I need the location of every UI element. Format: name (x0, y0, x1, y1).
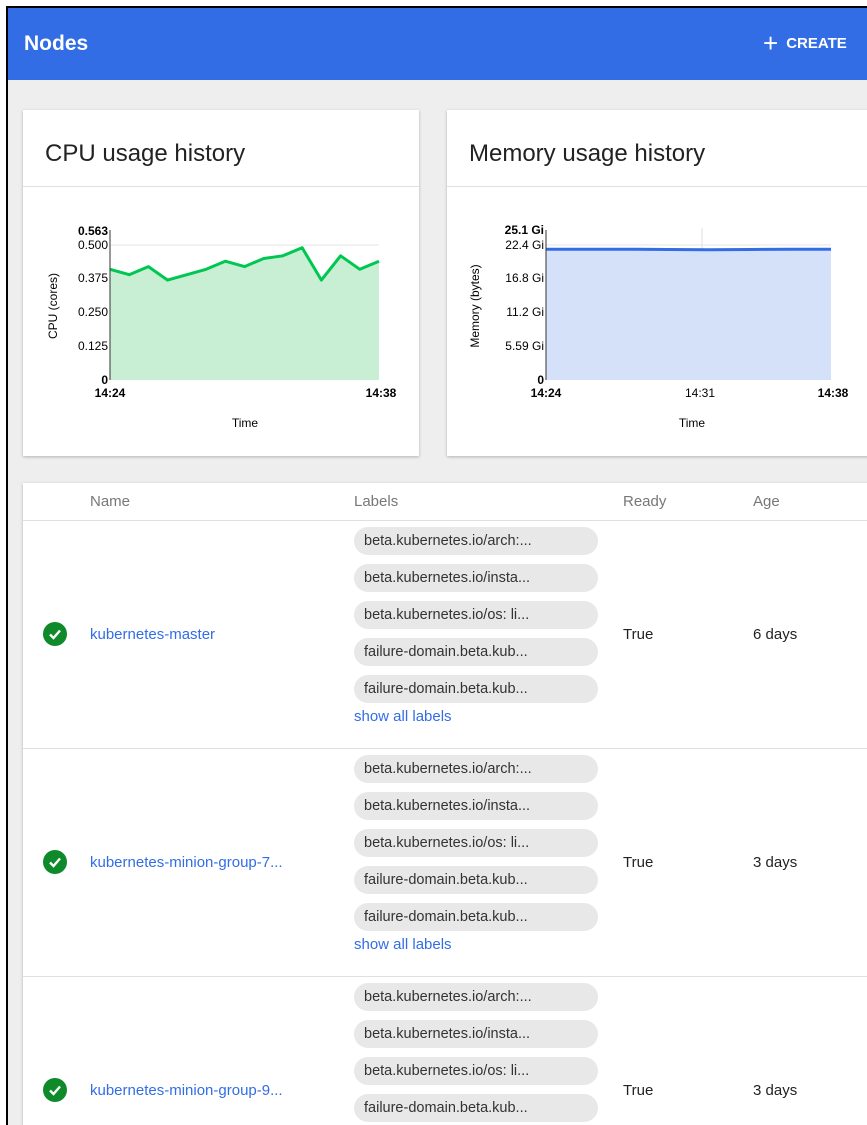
label-chip[interactable]: beta.kubernetes.io/os: li... (354, 829, 598, 857)
node-age: 3 days (753, 854, 798, 871)
label-chip[interactable]: failure-domain.beta.kub... (354, 675, 598, 703)
y-tick-label: 0.250 (78, 305, 108, 319)
y-tick-label: 0.563 (78, 224, 108, 238)
page-title: Nodes (24, 32, 89, 55)
memory-chart: 25.1 Gi 22.4 Gi 16.8 Gi 11.2 Gi 5.59 Gi … (468, 223, 849, 430)
create-button[interactable]: + CREATE (763, 28, 847, 58)
label-chip[interactable]: beta.kubernetes.io/insta... (354, 792, 598, 820)
label-chip[interactable]: failure-domain.beta.kub... (354, 1094, 598, 1122)
y-axis-label: CPU (cores) (46, 273, 60, 339)
cpu-usage-card: CPU usage history 0.563 0.500 0.375 0.25… (23, 110, 419, 456)
node-name-link[interactable]: kubernetes-master (90, 626, 215, 643)
memory-series (546, 247, 831, 380)
label-chip[interactable]: beta.kubernetes.io/arch:... (354, 755, 598, 783)
labels-list: beta.kubernetes.io/arch:... beta.kuberne… (354, 755, 604, 953)
table-header: Name Labels Ready Age (23, 483, 867, 521)
label-chip[interactable]: failure-domain.beta.kub... (354, 866, 598, 894)
node-name-link[interactable]: kubernetes-minion-group-7... (90, 854, 283, 871)
y-tick-label: 0.125 (78, 339, 108, 353)
create-button-label: CREATE (786, 34, 847, 52)
label-chip[interactable]: beta.kubernetes.io/insta... (354, 564, 598, 592)
cpu-series (109, 246, 380, 380)
column-header-labels: Labels (354, 493, 399, 510)
series-line (546, 247, 831, 252)
plus-icon: + (763, 28, 779, 58)
table-row: kubernetes-minion-group-9... beta.kubern… (23, 977, 867, 1125)
memory-usage-card: Memory usage history 25.1 Gi 22.4 Gi 16.… (447, 110, 867, 456)
label-chip[interactable]: beta.kubernetes.io/arch:... (354, 527, 598, 555)
ready-status: True (623, 626, 654, 643)
ready-status: True (623, 854, 654, 871)
x-tick-label: 14:38 (366, 386, 397, 400)
status-ok-icon (43, 1078, 67, 1102)
y-tick-label: 16.8 Gi (505, 271, 544, 285)
nodes-table: Name Labels Ready Age kubernetes-master … (23, 483, 867, 1125)
x-tick-label: 14:24 (531, 386, 562, 400)
node-age: 6 days (753, 626, 798, 643)
labels-list: beta.kubernetes.io/arch:... beta.kuberne… (354, 527, 604, 725)
x-tick-label: 14:24 (95, 386, 126, 400)
y-tick-label: 0.375 (78, 271, 108, 285)
y-tick-label: 0 (537, 373, 544, 387)
x-axis-label: Time (679, 416, 706, 430)
ready-status: True (623, 1082, 654, 1099)
y-tick-label: 22.4 Gi (505, 238, 544, 252)
status-ok-icon (43, 850, 67, 874)
x-axis-label: Time (232, 416, 259, 430)
label-chip[interactable]: beta.kubernetes.io/arch:... (354, 983, 598, 1011)
column-header-name[interactable]: Name (90, 493, 130, 510)
table-row: kubernetes-minion-group-7... beta.kubern… (23, 749, 867, 977)
y-tick-label: 25.1 Gi (505, 223, 544, 237)
labels-list: beta.kubernetes.io/arch:... beta.kuberne… (354, 983, 604, 1125)
label-chip[interactable]: beta.kubernetes.io/insta... (354, 1020, 598, 1048)
x-tick-label: 14:31 (685, 386, 715, 400)
node-name-link[interactable]: kubernetes-minion-group-9... (90, 1082, 283, 1099)
label-chip[interactable]: beta.kubernetes.io/os: li... (354, 1057, 598, 1085)
area-fill (546, 249, 831, 380)
label-chip[interactable]: beta.kubernetes.io/os: li... (354, 601, 598, 629)
top-bar: Nodes + CREATE (8, 8, 867, 80)
column-header-age[interactable]: Age (753, 493, 780, 510)
cpu-chart: 0.563 0.500 0.375 0.250 0.125 0 14:24 14… (46, 224, 397, 430)
node-age: 3 days (753, 1082, 798, 1099)
show-all-labels-link[interactable]: show all labels (354, 708, 604, 725)
y-tick-label: 0 (101, 373, 108, 387)
y-tick-label: 0.500 (78, 238, 108, 252)
label-chip[interactable]: failure-domain.beta.kub... (354, 903, 598, 931)
table-row: kubernetes-master beta.kubernetes.io/arc… (23, 521, 867, 749)
x-tick-label: 14:38 (818, 386, 849, 400)
status-ok-icon (43, 622, 67, 646)
y-tick-label: 11.2 Gi (506, 305, 544, 319)
column-header-ready: Ready (623, 493, 667, 510)
y-axis-label: Memory (bytes) (468, 264, 482, 347)
label-chip[interactable]: failure-domain.beta.kub... (354, 638, 598, 666)
show-all-labels-link[interactable]: show all labels (354, 936, 604, 953)
app-frame: Nodes + CREATE CPU usage history 0.563 0… (6, 6, 867, 1125)
y-tick-label: 5.59 Gi (505, 339, 544, 353)
